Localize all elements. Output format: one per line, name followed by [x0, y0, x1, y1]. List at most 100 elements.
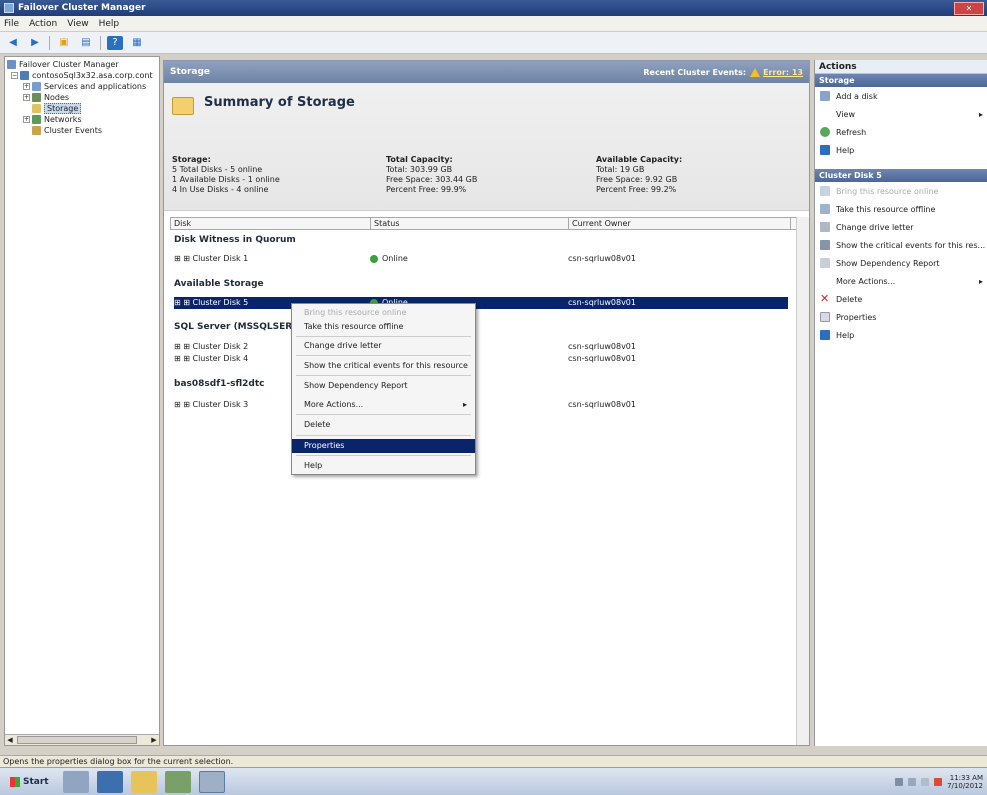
menu-item-change-drive-letter[interactable]: Change drive letter: [292, 339, 475, 353]
scroll-thumb[interactable]: [17, 736, 137, 744]
action-bring-online[interactable]: Bring this resource online: [815, 182, 987, 200]
tray-arrow-icon[interactable]: [895, 778, 904, 786]
menu-item-delete[interactable]: Delete: [292, 418, 475, 432]
alert-icon[interactable]: [934, 778, 943, 786]
scroll-right-icon[interactable]: ▶: [149, 735, 159, 745]
actions-section-storage[interactable]: Storage: [815, 74, 987, 87]
tree-item-failover-cluster-manager[interactable]: Failover Cluster Manager: [5, 59, 159, 70]
tree-item-cluster[interactable]: − contosoSql3x32.asa.corp.cont: [5, 70, 159, 81]
storage-folder-icon: [172, 97, 194, 115]
menu-item-properties[interactable]: Properties: [292, 439, 475, 453]
submenu-arrow-icon: ▸: [978, 109, 983, 119]
dependency-report-icon: [820, 258, 830, 268]
action-more-actions[interactable]: More Actions... ▸: [815, 272, 987, 290]
action-refresh[interactable]: Refresh: [815, 123, 987, 141]
tree-item-label: Failover Cluster Manager: [19, 60, 119, 69]
action-label: Delete: [836, 294, 863, 304]
menu-item-label: More Actions...: [304, 400, 364, 409]
recent-events-link[interactable]: Error: 13: [763, 68, 803, 77]
action-critical-events[interactable]: Show the critical events for this res...: [815, 236, 987, 254]
networks-icon: [32, 115, 41, 124]
failover-cluster-icon[interactable]: [164, 770, 191, 793]
menu-item-take-offline[interactable]: Take this resource offline: [292, 320, 475, 334]
tree-item-cluster-events[interactable]: Cluster Events: [5, 125, 159, 136]
tree-item-nodes[interactable]: + Nodes: [5, 92, 159, 103]
storage-icon: [32, 104, 41, 113]
menu-item-more-actions[interactable]: More Actions... ▸: [292, 398, 475, 412]
group-header[interactable]: Available Storage: [174, 279, 264, 289]
collapse-toggle[interactable]: −: [11, 72, 18, 79]
close-button[interactable]: ✕: [954, 1, 984, 15]
expand-toggle[interactable]: +: [23, 116, 30, 123]
table-row[interactable]: ⊞ ⊞ Cluster Disk 1 Online csn-sqrluw08v0…: [174, 253, 788, 265]
action-change-drive-letter[interactable]: Change drive letter: [815, 218, 987, 236]
tray-clock[interactable]: 11:33 AM 7/10/2012: [947, 774, 983, 790]
action-help[interactable]: Help: [815, 141, 987, 159]
table-row[interactable]: ⊞ ⊞ Cluster Disk 2 csn-sqrluw08v01: [174, 341, 788, 353]
show-hide-icon[interactable]: ▦: [129, 36, 145, 50]
nodes-icon: [32, 93, 41, 102]
offline-icon: [820, 204, 830, 214]
menu-separator: [296, 414, 471, 415]
tree-horizontal-scrollbar[interactable]: ◀ ▶: [5, 734, 159, 745]
actions-section-cluster-disk-5[interactable]: Cluster Disk 5: [815, 169, 987, 182]
properties-icon: [820, 312, 830, 322]
action-add-disk[interactable]: Add a disk: [815, 87, 987, 105]
menu-item-help[interactable]: Help: [292, 459, 475, 473]
help-icon[interactable]: ?: [107, 35, 123, 50]
action-delete[interactable]: ✕ Delete: [815, 290, 987, 308]
tree-item-label: Nodes: [44, 93, 70, 102]
expand-toggle[interactable]: +: [23, 83, 30, 90]
start-button[interactable]: Start: [4, 772, 55, 792]
expand-toggle[interactable]: +: [23, 94, 30, 101]
windows-logo-icon: [10, 776, 20, 787]
total-capacity-column: Total Capacity: Total: 303.99 GB Free Sp…: [386, 155, 477, 195]
summary-title: Summary of Storage: [204, 95, 355, 110]
table-row[interactable]: ⊞ ⊞ Cluster Disk 4 csn-sqrluw08v01: [174, 353, 788, 365]
forward-arrow-icon[interactable]: ▶: [27, 36, 43, 50]
menu-item-bring-online[interactable]: Bring this resource online: [292, 306, 475, 320]
menu-item-dependency-report[interactable]: Show Dependency Report: [292, 379, 475, 393]
column-header-disk[interactable]: Disk: [171, 218, 371, 229]
network-icon[interactable]: [908, 778, 917, 786]
warning-icon: [750, 67, 761, 77]
column-header-status[interactable]: Status: [371, 218, 569, 229]
back-arrow-icon[interactable]: ◀: [5, 36, 21, 50]
column-header-owner[interactable]: Current Owner: [569, 218, 791, 229]
action-properties[interactable]: Properties: [815, 308, 987, 326]
action-label: Help: [836, 330, 855, 340]
total-capacity-line: Free Space: 303.44 GB: [386, 175, 478, 184]
clock-time: 11:33 AM: [949, 774, 983, 782]
up-folder-icon[interactable]: ▣: [56, 36, 72, 50]
server-manager-icon[interactable]: [62, 770, 89, 793]
tree-item-services-and-applications[interactable]: + Services and applications: [5, 81, 159, 92]
menu-item-critical-events[interactable]: Show the critical events for this resour…: [292, 359, 475, 373]
powershell-icon[interactable]: [96, 770, 123, 793]
volume-icon[interactable]: [921, 778, 930, 786]
tree-item-storage[interactable]: Storage: [5, 103, 159, 114]
menu-action[interactable]: Action: [29, 19, 57, 29]
menu-bar: File Action View Help: [0, 16, 987, 32]
action-dependency-report[interactable]: Show Dependency Report: [815, 254, 987, 272]
menu-view[interactable]: View: [67, 19, 88, 29]
grid-vertical-scrollbar[interactable]: [796, 217, 809, 745]
menu-file[interactable]: File: [4, 19, 19, 29]
group-header[interactable]: bas08sdf1-sfl2dtc: [174, 379, 264, 389]
action-take-offline[interactable]: Take this resource offline: [815, 200, 987, 218]
disk-cell: ⊞ ⊞ Cluster Disk 5: [174, 298, 249, 307]
action-label: Show the critical events for this res...: [836, 240, 986, 250]
action-view[interactable]: View ▸: [815, 105, 987, 123]
menu-help[interactable]: Help: [99, 19, 120, 29]
storage-line: 1 Available Disks - 1 online: [172, 175, 280, 184]
properties-icon[interactable]: ▤: [78, 36, 94, 50]
window-titlebar: Failover Cluster Manager ✕: [0, 0, 987, 16]
table-row[interactable]: ⊞ ⊞ Cluster Disk 3 csn-sqrluw08v01: [174, 399, 788, 411]
tree-item-label: Networks: [44, 115, 82, 124]
cluster-manager-taskbar-icon[interactable]: [198, 770, 225, 793]
tree-item-networks[interactable]: + Networks: [5, 114, 159, 125]
table-row-selected[interactable]: ⊞ ⊞ Cluster Disk 5 Online csn-sqrluw08v0…: [174, 297, 788, 309]
explorer-icon[interactable]: [130, 770, 157, 793]
action-help[interactable]: Help: [815, 326, 987, 344]
scroll-left-icon[interactable]: ◀: [5, 735, 15, 745]
group-header[interactable]: Disk Witness in Quorum: [174, 235, 296, 245]
